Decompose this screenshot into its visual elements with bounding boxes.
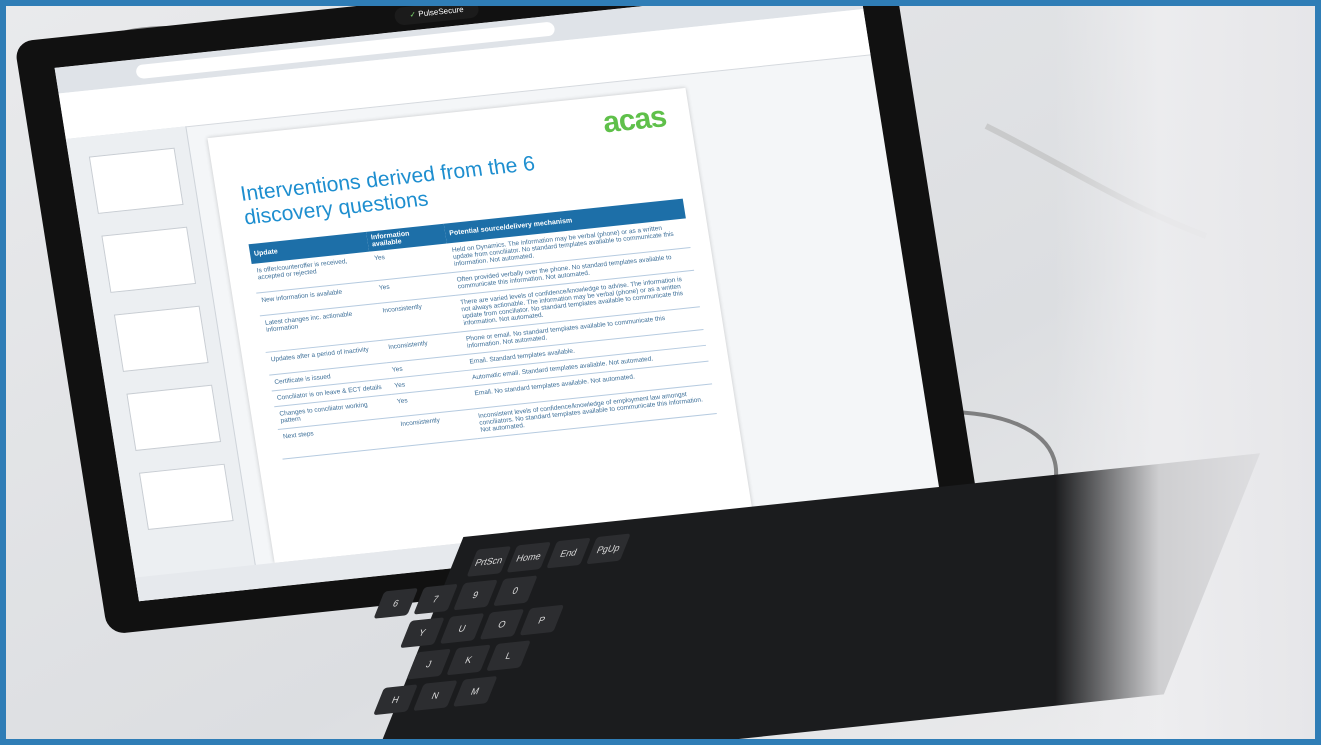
webcam-cover: ✓ PulseSecure (393, 4, 480, 26)
keyboard-key[interactable]: 0 (492, 575, 538, 607)
keyboard-key[interactable]: Home (506, 541, 552, 573)
keyboard-key[interactable]: N (412, 680, 458, 711)
laptop: ✓ PulseSecure acas Interventions derived… (14, 4, 1261, 739)
shield-icon: ✓ (408, 9, 417, 20)
keyboard-key[interactable]: U (439, 613, 485, 644)
slide-thumbnail[interactable] (88, 147, 184, 214)
keyboard-key[interactable]: L (486, 640, 531, 672)
slide-thumbnail[interactable] (113, 305, 209, 372)
keyboard-key[interactable]: H (373, 684, 418, 716)
slide-canvas: acas Interventions derived from the 6 di… (207, 87, 753, 563)
webcam-cover-brand: PulseSecure (417, 4, 465, 19)
keyboard-key[interactable]: PgUp (586, 533, 631, 565)
slide-thumbnail[interactable] (101, 226, 197, 293)
keyboard-key[interactable]: M (452, 675, 498, 707)
keyboard-key[interactable]: PrtScn (466, 546, 512, 577)
interventions-table: Update Information available Potential s… (248, 198, 717, 460)
slide-thumbnail[interactable] (126, 384, 222, 451)
slide-thumbnail[interactable] (138, 463, 234, 530)
acas-logo: acas (600, 100, 669, 140)
photo-frame: ✓ PulseSecure acas Interventions derived… (0, 0, 1321, 745)
foreground-blur (1055, 6, 1315, 739)
keyboard-key[interactable]: End (546, 537, 591, 569)
keyboard-key[interactable]: K (446, 644, 492, 676)
keyboard-key[interactable]: Y (399, 617, 445, 649)
keyboard-key[interactable]: 9 (453, 579, 498, 611)
keyboard-key[interactable]: P (519, 604, 565, 636)
keyboard-key[interactable]: O (479, 608, 525, 640)
keyboard-key[interactable]: J (406, 648, 452, 680)
